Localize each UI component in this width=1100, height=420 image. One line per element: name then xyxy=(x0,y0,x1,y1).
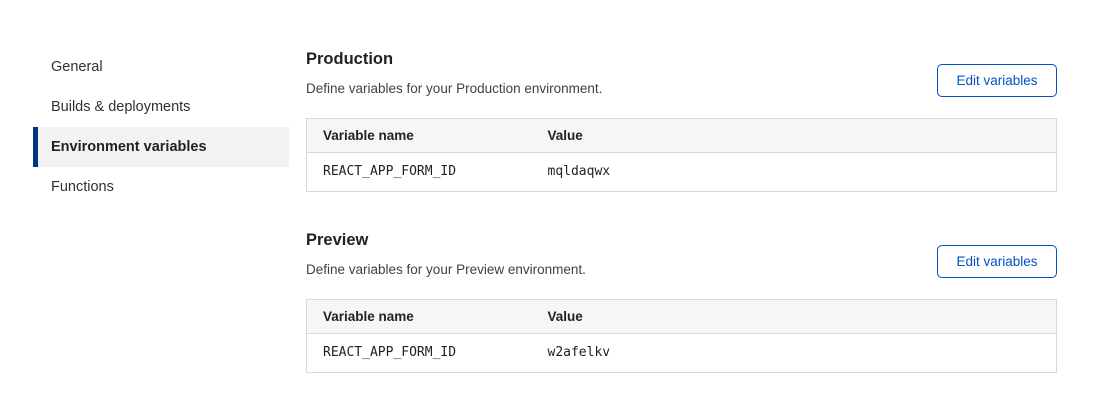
edit-variables-button-preview[interactable]: Edit variables xyxy=(937,245,1057,278)
sidebar-item-functions[interactable]: Functions xyxy=(33,167,289,207)
sidebar-item-label: Builds & deployments xyxy=(51,99,190,115)
environment-variables-content: Production Define variables for your Pro… xyxy=(306,50,1057,373)
sidebar-item-label: General xyxy=(51,59,103,75)
variable-value-cell: mqldaqwx xyxy=(532,153,1057,192)
variable-name-cell: REACT_APP_FORM_ID xyxy=(307,153,532,192)
preview-variables-table: Variable name Value REACT_APP_FORM_ID w2… xyxy=(306,299,1057,373)
table-row: REACT_APP_FORM_ID w2afelkv xyxy=(307,334,1057,373)
production-variables-table: Variable name Value REACT_APP_FORM_ID mq… xyxy=(306,118,1057,192)
column-header-value: Value xyxy=(532,119,1057,153)
sidebar-item-environment-variables[interactable]: Environment variables xyxy=(33,127,289,167)
table-header-row: Variable name Value xyxy=(307,119,1057,153)
sidebar-item-builds-deployments[interactable]: Builds & deployments xyxy=(33,87,289,127)
variable-value-cell: w2afelkv xyxy=(532,334,1057,373)
sidebar-item-label: Functions xyxy=(51,179,114,195)
column-header-value: Value xyxy=(532,300,1057,334)
table-header-row: Variable name Value xyxy=(307,300,1057,334)
preview-section: Preview Define variables for your Previe… xyxy=(306,231,1057,373)
sidebar-item-label: Environment variables xyxy=(51,139,207,155)
edit-variables-button-production[interactable]: Edit variables xyxy=(937,64,1057,97)
settings-sidebar: General Builds & deployments Environment… xyxy=(33,47,289,207)
sidebar-item-general[interactable]: General xyxy=(33,47,289,87)
column-header-variable-name: Variable name xyxy=(307,300,532,334)
column-header-variable-name: Variable name xyxy=(307,119,532,153)
table-row: REACT_APP_FORM_ID mqldaqwx xyxy=(307,153,1057,192)
production-section: Production Define variables for your Pro… xyxy=(306,50,1057,192)
variable-name-cell: REACT_APP_FORM_ID xyxy=(307,334,532,373)
settings-page: General Builds & deployments Environment… xyxy=(0,0,1100,420)
